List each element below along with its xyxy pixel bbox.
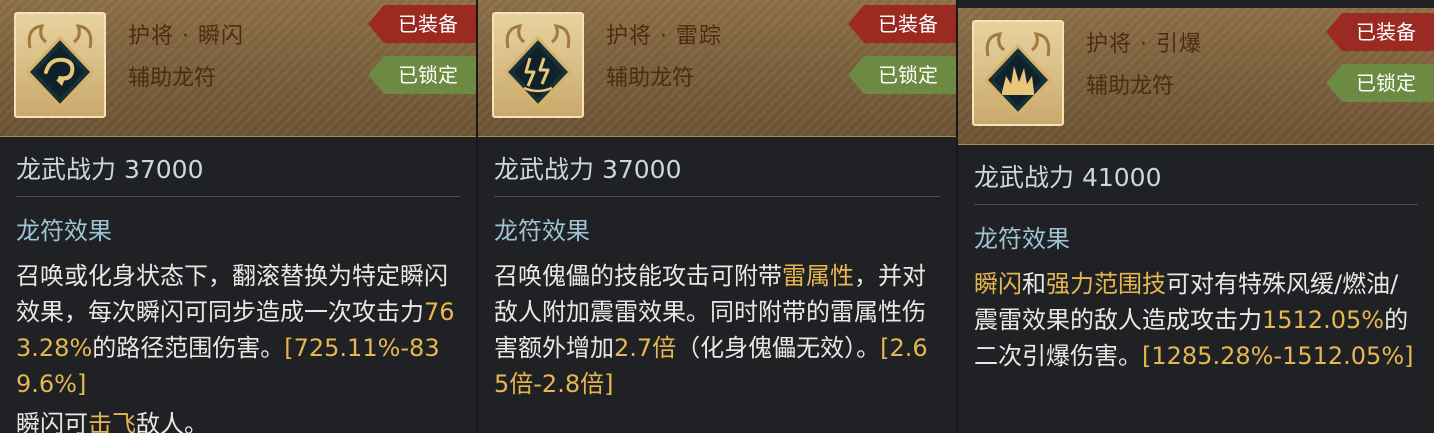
keyword-thunder: 雷属性 [782,262,854,290]
rune-type: 辅助龙符 [606,66,695,91]
card-body: 龙武战力 41000 龙符效果 瞬闪和强力范围技可对有特殊风缓/燃油/震雷效果的… [974,158,1418,374]
keyword-aoe-skill: 强力范围技 [1046,270,1166,298]
rune-type: 辅助龙符 [128,66,217,91]
explosion-icon [983,32,1053,117]
effect-description: 瞬闪和强力范围技可对有特殊风缓/燃油/震雷效果的敌人造成攻击力1512.05%的… [974,266,1418,374]
effect-range: [1285.28%-1512.05%] [1142,342,1414,370]
rune-type: 辅助龙符 [1086,74,1175,99]
locked-badge: 已锁定 [848,56,956,94]
effect-section-title: 龙符效果 [974,225,1070,253]
effect-description: 召唤傀儡的技能攻击可附带雷属性，并对敌人附加震雷效果。同时附带的雷属性伤害额外增… [494,258,940,402]
extra-text: 敌人。 [136,410,208,433]
tooltip-row: 护将 · 瞬闪 辅助龙符 已装备 已锁定 龙武战力 37000 龙符效果 召唤或… [0,0,1434,433]
card-body: 龙武战力 37000 龙符效果 召唤或化身状态下，翻滚替换为特定瞬闪效果，每次瞬… [16,150,460,433]
equipped-badge: 已装备 [848,5,956,43]
combat-power: 龙武战力 41000 [974,163,1162,192]
divider [16,196,460,197]
combat-power: 龙武战力 37000 [494,155,682,184]
rune-name: 护将 · 瞬闪 [128,24,244,49]
desc-text: （化身傀儡无效）。 [676,334,881,362]
card-header: 护将 · 雷踪 辅助龙符 已装备 已锁定 [478,0,956,137]
effect-section-title: 龙符效果 [494,217,590,245]
rune-card-thunder: 护将 · 雷踪 辅助龙符 已装备 已锁定 龙武战力 37000 龙符效果 召唤傀… [478,0,956,433]
keyword-knockup: 击飞 [88,410,136,433]
rune-card-dash: 护将 · 瞬闪 辅助龙符 已装备 已锁定 龙武战力 37000 龙符效果 召唤或… [0,0,476,433]
divider [494,196,940,197]
rune-icon-frame[interactable] [972,20,1064,126]
desc-text: 的路径范围伤害。 [92,334,285,362]
locked-badge: 已锁定 [368,56,476,94]
effect-value: 1512.05% [1262,306,1385,334]
desc-text: 召唤或化身状态下，翻滚替换为特定瞬闪效果，每次瞬闪可同步造成一次攻击力 [16,262,448,326]
card-header: 护将 · 瞬闪 辅助龙符 已装备 已锁定 [0,0,476,137]
rune-name: 护将 · 引爆 [1086,32,1202,57]
equipped-badge: 已装备 [368,5,476,43]
effect-value: 2.7倍 [614,334,677,362]
rune-icon-frame[interactable] [492,12,584,118]
locked-badge: 已锁定 [1326,64,1434,102]
effect-extra: 瞬闪可击飞敌人。 [16,406,460,433]
thunder-icon [503,24,573,109]
divider [974,204,1418,205]
rune-icon-frame[interactable] [14,12,106,118]
effect-section-title: 龙符效果 [16,217,112,245]
card-body: 龙武战力 37000 龙符效果 召唤傀儡的技能攻击可附带雷属性，并对敌人附加震雷… [494,150,940,402]
equipped-badge: 已装备 [1326,13,1434,51]
dash-swirl-icon [25,24,95,109]
combat-power: 龙武战力 37000 [16,155,204,184]
extra-text: 瞬闪可 [16,410,88,433]
keyword-dash: 瞬闪 [974,270,1022,298]
desc-text: 和 [1022,270,1046,298]
rune-card-detonate: 护将 · 引爆 辅助龙符 已装备 已锁定 龙武战力 41000 龙符效果 瞬闪和… [958,0,1434,433]
desc-text: 召唤傀儡的技能攻击可附带 [494,262,782,290]
rune-name: 护将 · 雷踪 [606,24,722,49]
card-header: 护将 · 引爆 辅助龙符 已装备 已锁定 [958,8,1434,145]
effect-description: 召唤或化身状态下，翻滚替换为特定瞬闪效果，每次瞬闪可同步造成一次攻击力763.2… [16,258,460,402]
